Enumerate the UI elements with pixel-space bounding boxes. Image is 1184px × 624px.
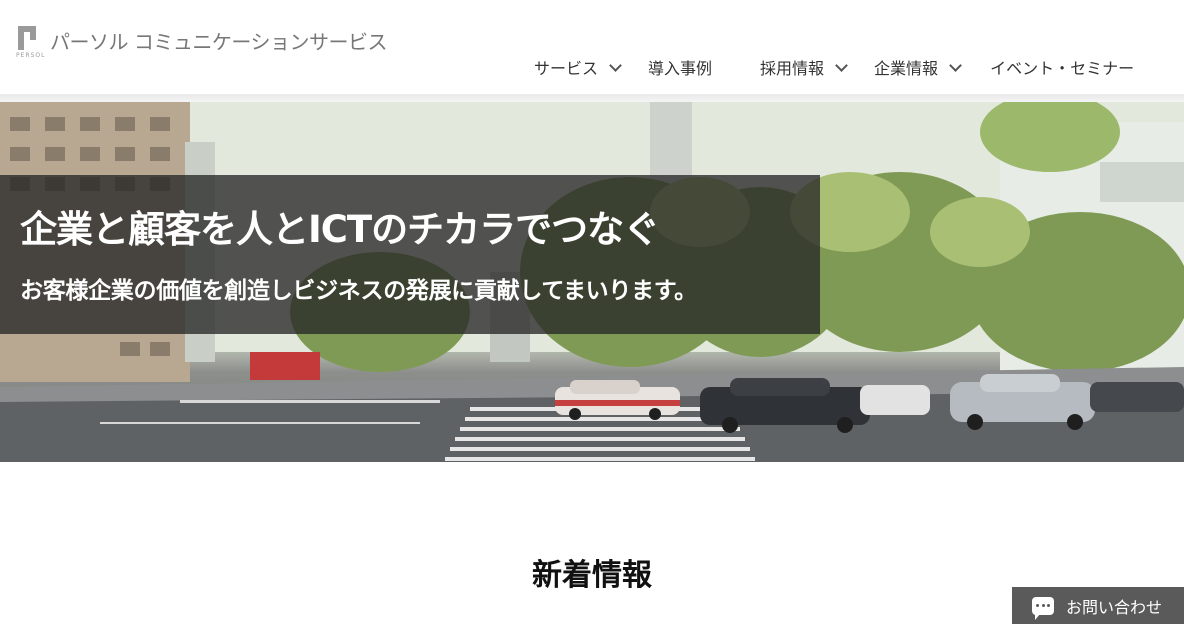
main-nav: サービス 導入事例 採用情報 企業情報 イベント・セミナー bbox=[534, 54, 1134, 80]
nav-item-label: 企業情報 bbox=[874, 59, 939, 78]
nav-item-services[interactable]: サービス bbox=[534, 55, 622, 79]
nav-item-case-studies[interactable]: 導入事例 bbox=[648, 55, 712, 79]
news-section-title: 新着情報 bbox=[532, 558, 652, 593]
nav-item-events[interactable]: イベント・セミナー bbox=[990, 55, 1134, 79]
chevron-down-icon bbox=[609, 58, 622, 72]
nav-item-label: イベント・セミナー bbox=[990, 59, 1135, 78]
hero-banner: 企業と顧客を人とICTのチカラでつなぐ お客様企業の価値を創造しビジネスの発展に… bbox=[0, 102, 1184, 462]
header-divider bbox=[0, 94, 1184, 102]
logo[interactable]: PERSOL パーソル コミュニケーションサービス bbox=[16, 24, 387, 64]
hero-title: 企業と顧客を人とICTのチカラでつなぐ bbox=[20, 208, 660, 251]
chevron-down-icon bbox=[949, 58, 962, 72]
logo-sub-text: PERSOL bbox=[16, 52, 46, 59]
site-header: PERSOL パーソル コミュニケーションサービス サービス 導入事例 採用情報… bbox=[0, 0, 1184, 94]
contact-button[interactable]: お問い合わせ bbox=[1012, 587, 1184, 624]
contact-button-label: お問い合わせ bbox=[1066, 597, 1163, 617]
nav-item-label: 導入事例 bbox=[648, 59, 713, 78]
nav-item-label: サービス bbox=[534, 59, 599, 78]
chevron-down-icon bbox=[835, 58, 848, 72]
hero-subtitle: お客様企業の価値を創造しビジネスの発展に貢献してまいります。 bbox=[20, 278, 697, 304]
logo-text: パーソル コミュニケーションサービス bbox=[50, 30, 387, 54]
nav-item-label: 採用情報 bbox=[760, 59, 825, 78]
persol-logo-mark-icon: PERSOL bbox=[16, 24, 44, 60]
hero-caption-box: 企業と顧客を人とICTのチカラでつなぐ お客様企業の価値を創造しビジネスの発展に… bbox=[0, 175, 820, 334]
chat-bubble-icon bbox=[1032, 596, 1054, 620]
nav-item-company[interactable]: 企業情報 bbox=[874, 55, 962, 79]
nav-item-recruit[interactable]: 採用情報 bbox=[760, 55, 848, 79]
